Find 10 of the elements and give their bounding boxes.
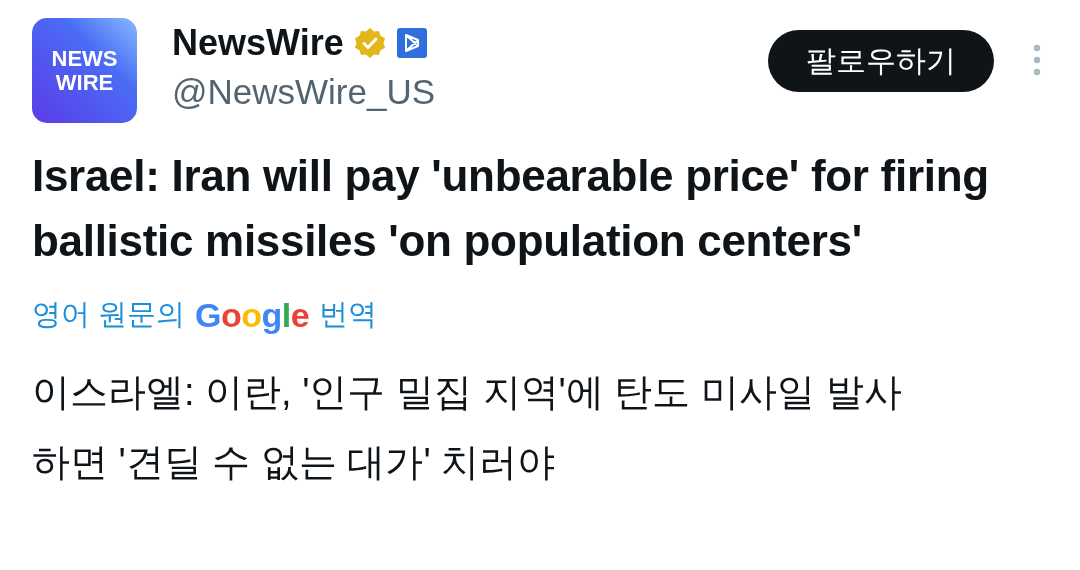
follow-button[interactable]: 팔로우하기 — [768, 30, 994, 92]
google-logo: Google — [195, 295, 310, 335]
translation-source-text[interactable]: 영어 원문의 — [32, 295, 186, 335]
post-text: Israel: Iran will pay 'unbearable price' for firing ballistic missiles 'on population centers' — [32, 150, 990, 267]
account-handle: @NewsWire_US — [172, 72, 436, 112]
translation-label[interactable]: 번역 — [319, 295, 378, 335]
account-name: NewsWire — [172, 22, 344, 64]
account-logo: NEWS WIRE — [32, 18, 137, 123]
translated-text: 이스라엘: 이란, '인구 밀집 지역'에 탄도 미사일 발사하면 '견딜 수 없는 대가' 치러야 — [32, 370, 903, 485]
more-icon — [1032, 44, 1042, 76]
